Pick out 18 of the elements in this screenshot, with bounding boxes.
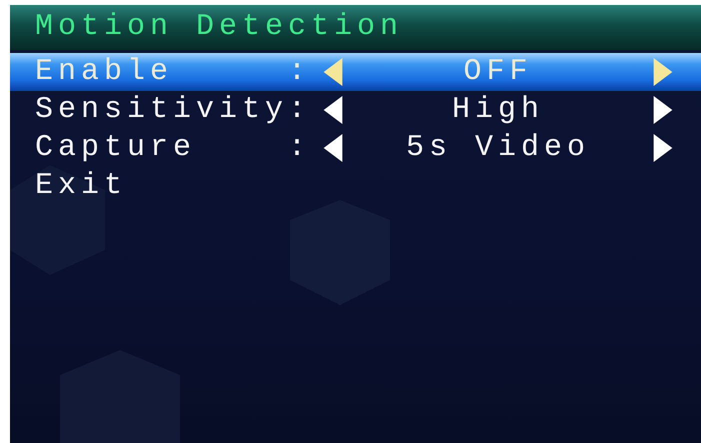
menu-item-label: Capture [35,130,198,166]
menu-item-label: Exit [35,168,128,204]
menu-row[interactable]: Sensitivity: High [10,91,701,129]
menu-title: Motion Detection [10,5,701,50]
menu-row[interactable]: Exit [10,167,701,205]
menu-item-label: Sensitivity [35,92,288,128]
colon: : [288,130,312,166]
colon: : [288,54,312,90]
left-arrow-icon[interactable] [323,96,343,124]
option-value: 5s Video [406,130,590,166]
colon: : [288,92,312,128]
right-arrow-icon[interactable] [653,134,673,162]
option-value: OFF [463,54,532,90]
menu-row[interactable]: Capture : 5s Video [10,129,701,167]
menu-item-label: Enable [35,54,174,90]
option-value: High [452,92,544,128]
right-arrow-icon[interactable] [653,96,673,124]
left-arrow-icon[interactable] [323,134,343,162]
